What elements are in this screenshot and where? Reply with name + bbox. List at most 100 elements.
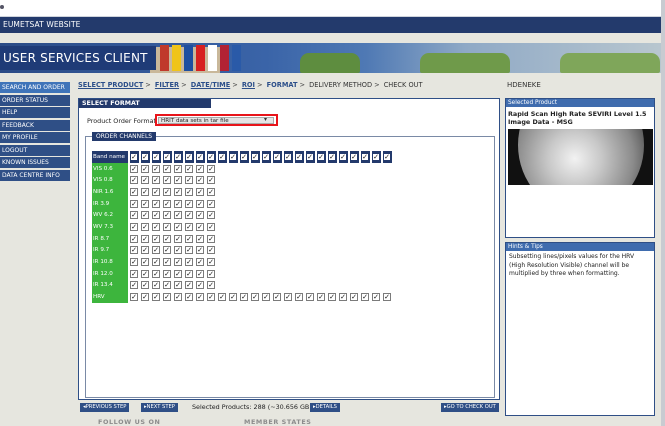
- channel-checkbox[interactable]: ✓: [141, 176, 149, 185]
- channel-checkbox[interactable]: ✓: [152, 211, 160, 220]
- channel-checkbox[interactable]: ✓: [207, 176, 215, 185]
- channel-checkbox[interactable]: ✓: [152, 234, 160, 243]
- channel-checkbox[interactable]: ✓: [141, 293, 149, 302]
- select-all-checkbox[interactable]: ✓: [152, 152, 160, 161]
- channel-checkbox[interactable]: ✓: [130, 164, 138, 173]
- channel-checkbox[interactable]: ✓: [130, 187, 138, 196]
- select-all-checkbox[interactable]: ✓: [339, 152, 347, 161]
- channel-checkbox[interactable]: ✓: [141, 164, 149, 173]
- channel-checkbox[interactable]: ✓: [174, 211, 182, 220]
- channel-checkbox[interactable]: ✓: [284, 293, 292, 302]
- channel-checkbox[interactable]: ✓: [196, 246, 204, 255]
- channel-checkbox[interactable]: ✓: [185, 187, 193, 196]
- channel-checkbox[interactable]: ✓: [339, 293, 347, 302]
- channel-checkbox[interactable]: ✓: [196, 176, 204, 185]
- channel-checkbox[interactable]: ✓: [196, 269, 204, 278]
- select-all-checkbox[interactable]: ✓: [306, 152, 314, 161]
- channel-checkbox[interactable]: ✓: [185, 222, 193, 231]
- channel-checkbox[interactable]: ✓: [130, 293, 138, 302]
- channel-checkbox[interactable]: ✓: [174, 258, 182, 267]
- channel-checkbox[interactable]: ✓: [163, 222, 171, 231]
- channel-checkbox[interactable]: ✓: [207, 222, 215, 231]
- channel-checkbox[interactable]: ✓: [196, 234, 204, 243]
- channel-checkbox[interactable]: ✓: [130, 281, 138, 290]
- crumb-roi[interactable]: ROI: [242, 81, 255, 89]
- channel-checkbox[interactable]: ✓: [174, 293, 182, 302]
- channel-checkbox[interactable]: ✓: [196, 258, 204, 267]
- channel-checkbox[interactable]: ✓: [163, 293, 171, 302]
- select-all-checkbox[interactable]: ✓: [141, 152, 149, 161]
- select-all-checkbox[interactable]: ✓: [174, 152, 182, 161]
- select-all-checkbox[interactable]: ✓: [196, 152, 204, 161]
- previous-step-button[interactable]: ◂PREVIOUS STEP: [80, 403, 130, 412]
- channel-checkbox[interactable]: ✓: [141, 211, 149, 220]
- channel-checkbox[interactable]: ✓: [196, 211, 204, 220]
- select-all-checkbox[interactable]: ✓: [262, 152, 270, 161]
- channel-checkbox[interactable]: ✓: [130, 222, 138, 231]
- select-all-checkbox[interactable]: ✓: [361, 152, 369, 161]
- channel-checkbox[interactable]: ✓: [185, 246, 193, 255]
- channel-checkbox[interactable]: ✓: [196, 222, 204, 231]
- channel-checkbox[interactable]: ✓: [185, 234, 193, 243]
- next-step-button[interactable]: ▸NEXT STEP: [141, 403, 178, 412]
- select-all-checkbox[interactable]: ✓: [372, 152, 380, 161]
- channel-checkbox[interactable]: ✓: [152, 199, 160, 208]
- channel-checkbox[interactable]: ✓: [163, 281, 171, 290]
- channel-checkbox[interactable]: ✓: [174, 281, 182, 290]
- channel-checkbox[interactable]: ✓: [218, 293, 226, 302]
- details-button[interactable]: ▸DETAILS: [310, 403, 340, 412]
- sidebar-item-help[interactable]: HELP: [0, 107, 70, 118]
- select-all-checkbox[interactable]: ✓: [163, 152, 171, 161]
- channel-checkbox[interactable]: ✓: [152, 269, 160, 278]
- channel-checkbox[interactable]: ✓: [273, 293, 281, 302]
- channel-checkbox[interactable]: ✓: [163, 211, 171, 220]
- channel-checkbox[interactable]: ✓: [361, 293, 369, 302]
- channel-checkbox[interactable]: ✓: [185, 269, 193, 278]
- channel-checkbox[interactable]: ✓: [130, 246, 138, 255]
- channel-checkbox[interactable]: ✓: [152, 187, 160, 196]
- channel-checkbox[interactable]: ✓: [141, 258, 149, 267]
- channel-checkbox[interactable]: ✓: [185, 164, 193, 173]
- channel-checkbox[interactable]: ✓: [207, 269, 215, 278]
- channel-checkbox[interactable]: ✓: [174, 187, 182, 196]
- channel-checkbox[interactable]: ✓: [130, 199, 138, 208]
- channel-checkbox[interactable]: ✓: [350, 293, 358, 302]
- format-select[interactable]: HRIT data sets in tar file ▾: [155, 114, 278, 126]
- channel-checkbox[interactable]: ✓: [174, 269, 182, 278]
- channel-checkbox[interactable]: ✓: [196, 199, 204, 208]
- channel-checkbox[interactable]: ✓: [251, 293, 259, 302]
- channel-checkbox[interactable]: ✓: [185, 281, 193, 290]
- channel-checkbox[interactable]: ✓: [317, 293, 325, 302]
- channel-checkbox[interactable]: ✓: [163, 199, 171, 208]
- channel-checkbox[interactable]: ✓: [240, 293, 248, 302]
- channel-checkbox[interactable]: ✓: [174, 176, 182, 185]
- chevron-down-icon[interactable]: ▾: [264, 116, 267, 124]
- select-all-checkbox[interactable]: ✓: [229, 152, 237, 161]
- channel-checkbox[interactable]: ✓: [152, 164, 160, 173]
- select-all-checkbox[interactable]: ✓: [284, 152, 292, 161]
- select-all-checkbox[interactable]: ✓: [218, 152, 226, 161]
- channel-checkbox[interactable]: ✓: [295, 293, 303, 302]
- select-all-checkbox[interactable]: ✓: [207, 152, 215, 161]
- channel-checkbox[interactable]: ✓: [174, 222, 182, 231]
- channel-checkbox[interactable]: ✓: [163, 269, 171, 278]
- channel-checkbox[interactable]: ✓: [130, 176, 138, 185]
- sidebar-item-known-issues[interactable]: KNOWN ISSUES: [0, 157, 70, 168]
- select-all-checkbox[interactable]: ✓: [240, 152, 248, 161]
- channel-checkbox[interactable]: ✓: [174, 234, 182, 243]
- channel-checkbox[interactable]: ✓: [141, 234, 149, 243]
- sidebar-item-search-and-order[interactable]: SEARCH AND ORDER: [0, 82, 70, 93]
- site-bar[interactable]: EUMETSAT WEBSITE: [0, 17, 665, 33]
- channel-checkbox[interactable]: ✓: [141, 281, 149, 290]
- select-all-checkbox[interactable]: ✓: [295, 152, 303, 161]
- select-all-checkbox[interactable]: ✓: [251, 152, 259, 161]
- channel-checkbox[interactable]: ✓: [207, 234, 215, 243]
- channel-checkbox[interactable]: ✓: [207, 164, 215, 173]
- channel-checkbox[interactable]: ✓: [207, 187, 215, 196]
- channel-checkbox[interactable]: ✓: [141, 222, 149, 231]
- select-all-checkbox[interactable]: ✓: [328, 152, 336, 161]
- channel-checkbox[interactable]: ✓: [163, 164, 171, 173]
- sidebar-item-logout[interactable]: LOGOUT: [0, 144, 70, 156]
- sidebar-item-order-status[interactable]: ORDER STATUS: [0, 94, 70, 106]
- select-all-checkbox[interactable]: ✓: [350, 152, 358, 161]
